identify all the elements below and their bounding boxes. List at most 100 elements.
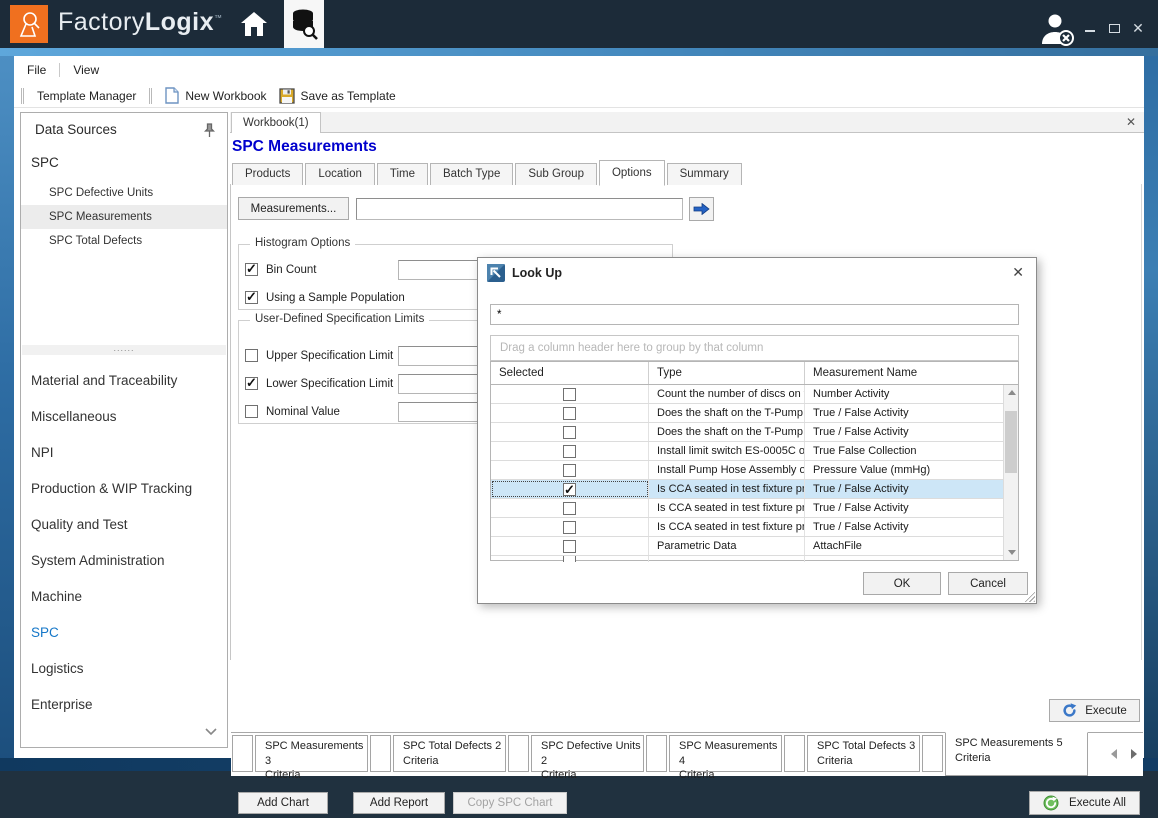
measurements-button[interactable]: Measurements... bbox=[238, 197, 349, 220]
tab-time[interactable]: Time bbox=[377, 163, 428, 185]
sidebar-group-spc[interactable]: SPC bbox=[31, 155, 59, 170]
measurements-input[interactable] bbox=[356, 198, 683, 220]
sidebar-item-spc-total-defects[interactable]: SPC Total Defects bbox=[21, 229, 227, 253]
execute-all-button[interactable]: Execute All bbox=[1029, 791, 1140, 815]
lookup-dialog-titlebar[interactable]: Look Up ✕ bbox=[478, 258, 1036, 288]
logout-user-icon[interactable] bbox=[1038, 12, 1078, 46]
chevron-down-icon[interactable] bbox=[205, 723, 217, 741]
column-header-selected[interactable]: Selected bbox=[491, 362, 649, 384]
scroll-down-icon[interactable] bbox=[1004, 545, 1019, 560]
execute-button[interactable]: Execute bbox=[1049, 699, 1140, 722]
home-icon[interactable] bbox=[237, 8, 271, 40]
lookup-row[interactable]: Does the shaft on the T-Pump ... True / … bbox=[491, 423, 1018, 442]
criteria-tab-spc-measurements-4[interactable]: SPC Measurements 4Criteria bbox=[669, 735, 782, 772]
apply-measurements-button[interactable] bbox=[689, 197, 714, 221]
scroll-tabs-right-icon[interactable] bbox=[1131, 749, 1137, 759]
menu-file[interactable]: File bbox=[14, 63, 59, 77]
tab-sub-group[interactable]: Sub Group bbox=[515, 163, 597, 185]
nominal-value-checkbox[interactable] bbox=[245, 405, 258, 418]
execute-all-refresh-icon bbox=[1043, 795, 1059, 811]
add-report-button[interactable]: Add Report bbox=[353, 792, 445, 814]
row-checkbox[interactable] bbox=[563, 407, 576, 420]
column-header-type[interactable]: Type bbox=[649, 362, 805, 384]
criteria-tab-stub[interactable] bbox=[370, 735, 391, 772]
lookup-filter-input[interactable] bbox=[490, 304, 1019, 325]
criteria-tab-spc-measurements-3[interactable]: SPC Measurements 3Criteria bbox=[255, 735, 368, 772]
scroll-tabs-left-icon[interactable] bbox=[1111, 749, 1117, 759]
pin-icon[interactable] bbox=[204, 123, 215, 143]
row-checkbox[interactable] bbox=[563, 483, 576, 496]
category-material-traceability[interactable]: Material and Traceability bbox=[21, 363, 227, 399]
new-workbook-button[interactable]: New Workbook bbox=[159, 87, 272, 104]
add-chart-button[interactable]: Add Chart bbox=[238, 792, 328, 814]
lookup-close-icon[interactable]: ✕ bbox=[1012, 264, 1024, 281]
group-by-drop-zone[interactable]: Drag a column header here to group by th… bbox=[490, 335, 1019, 361]
lookup-row-selected[interactable]: Is CCA seated in test fixture pr... True… bbox=[491, 480, 1018, 499]
data-sources-icon[interactable] bbox=[284, 0, 324, 48]
category-spc[interactable]: SPC bbox=[21, 615, 227, 651]
criteria-tab-stub[interactable] bbox=[784, 735, 805, 772]
category-system-admin[interactable]: System Administration bbox=[21, 543, 227, 579]
criteria-bottom-tabs: SPC Measurements 3Criteria SPC Total Def… bbox=[231, 732, 1143, 776]
scroll-up-icon[interactable] bbox=[1004, 385, 1019, 400]
lookup-row[interactable]: Install Pump Hose Assembly on... Pressur… bbox=[491, 461, 1018, 480]
tab-batch-type[interactable]: Batch Type bbox=[430, 163, 513, 185]
tab-summary[interactable]: Summary bbox=[667, 163, 742, 185]
criteria-tab-stub[interactable] bbox=[922, 735, 943, 772]
menu-view[interactable]: View bbox=[60, 63, 112, 77]
tab-location[interactable]: Location bbox=[305, 163, 374, 185]
category-enterprise[interactable]: Enterprise bbox=[21, 687, 227, 723]
execute-refresh-icon bbox=[1062, 703, 1077, 718]
row-checkbox[interactable] bbox=[563, 521, 576, 534]
lookup-row[interactable]: Is CCA seated in test fixture pr... True… bbox=[491, 499, 1018, 518]
workbook-close-icon[interactable]: ✕ bbox=[1126, 115, 1136, 129]
row-checkbox[interactable] bbox=[563, 426, 576, 439]
tab-products[interactable]: Products bbox=[232, 163, 303, 185]
lookup-row[interactable]: Install limit switch ES-0005C on... True… bbox=[491, 442, 1018, 461]
row-checkbox[interactable] bbox=[563, 388, 576, 401]
upper-spec-checkbox[interactable] bbox=[245, 349, 258, 362]
right-arrow-icon bbox=[693, 203, 710, 215]
save-as-template-button[interactable]: Save as Template bbox=[273, 88, 402, 104]
criteria-tab-stub[interactable] bbox=[508, 735, 529, 772]
criteria-tab-spc-defective-units-2[interactable]: SPC Defective Units 2Criteria bbox=[531, 735, 644, 772]
sidebar-item-spc-defective-units[interactable]: SPC Defective Units bbox=[21, 181, 227, 205]
sidebar-splitter[interactable]: ...... bbox=[22, 345, 226, 355]
cancel-button[interactable]: Cancel bbox=[948, 572, 1028, 595]
lookup-row[interactable]: Does the shaft on the T-Pump ... True / … bbox=[491, 404, 1018, 423]
minimize-button[interactable] bbox=[1082, 22, 1098, 36]
sample-population-checkbox[interactable] bbox=[245, 291, 258, 304]
criteria-tab-spc-total-defects-2[interactable]: SPC Total Defects 2Criteria bbox=[393, 735, 506, 772]
row-checkbox[interactable] bbox=[563, 540, 576, 553]
template-manager-button[interactable]: Template Manager bbox=[31, 89, 142, 103]
lookup-row[interactable]: Count the number of discs on t... Number… bbox=[491, 385, 1018, 404]
criteria-tab-spc-total-defects-3[interactable]: SPC Total Defects 3Criteria bbox=[807, 735, 920, 772]
category-logistics[interactable]: Logistics bbox=[21, 651, 227, 687]
lower-spec-checkbox[interactable] bbox=[245, 377, 258, 390]
column-header-measurement-name[interactable]: Measurement Name bbox=[805, 362, 1003, 384]
row-checkbox[interactable] bbox=[563, 445, 576, 458]
table-scrollbar[interactable] bbox=[1003, 385, 1018, 560]
maximize-button[interactable] bbox=[1106, 22, 1122, 36]
lookup-row[interactable]: Parametric Data AttachFile bbox=[491, 537, 1018, 556]
row-checkbox[interactable] bbox=[563, 464, 576, 477]
bin-count-checkbox[interactable] bbox=[245, 263, 258, 276]
lookup-row[interactable]: Is CCA seated in test fixture pr... True… bbox=[491, 518, 1018, 537]
workbook-tab-strip: Workbook(1) ✕ bbox=[230, 112, 1144, 133]
tab-options[interactable]: Options bbox=[599, 160, 665, 186]
close-window-button[interactable]: ✕ bbox=[1130, 22, 1146, 36]
category-quality-test[interactable]: Quality and Test bbox=[21, 507, 227, 543]
criteria-tab-stub[interactable] bbox=[646, 735, 667, 772]
criteria-tab-spc-measurements-5[interactable]: SPC Measurements 5Criteria bbox=[945, 732, 1088, 776]
category-npi[interactable]: NPI bbox=[21, 435, 227, 471]
criteria-tab-stub[interactable] bbox=[232, 735, 253, 772]
category-production-wip[interactable]: Production & WIP Tracking bbox=[21, 471, 227, 507]
row-type: Is CCA seated in test fixture pr... bbox=[649, 518, 805, 536]
category-machine[interactable]: Machine bbox=[21, 579, 227, 615]
category-miscellaneous[interactable]: Miscellaneous bbox=[21, 399, 227, 435]
ok-button[interactable]: OK bbox=[863, 572, 941, 595]
row-checkbox[interactable] bbox=[563, 502, 576, 515]
scrollbar-thumb[interactable] bbox=[1005, 411, 1017, 473]
workbook-tab[interactable]: Workbook(1) bbox=[231, 112, 321, 133]
sidebar-item-spc-measurements[interactable]: SPC Measurements bbox=[21, 205, 227, 229]
